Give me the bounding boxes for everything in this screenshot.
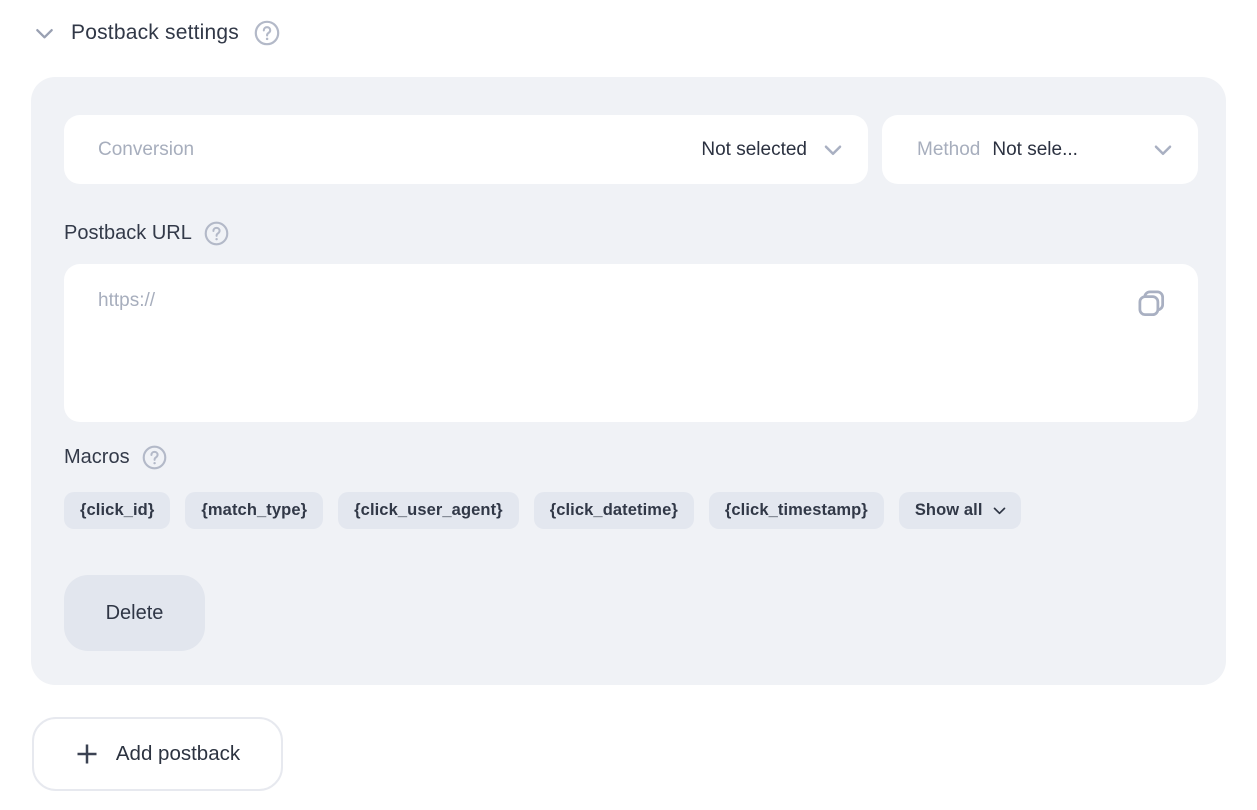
delete-postback-button[interactable]: Delete [64, 575, 205, 651]
help-icon[interactable] [254, 20, 280, 46]
help-icon[interactable] [204, 221, 229, 246]
section-header: Postback settings [0, 0, 1257, 46]
postback-panel: Conversion Not selected Method Not sele.… [31, 77, 1226, 685]
chevron-down-icon [33, 22, 56, 45]
conversion-placeholder: Conversion [98, 139, 194, 161]
method-value: Not sele... [992, 139, 1078, 161]
help-icon[interactable] [142, 445, 167, 470]
chevron-down-icon [991, 502, 1008, 519]
macro-chip-click-id[interactable]: {click_id} [64, 492, 170, 529]
chevron-down-icon [1150, 137, 1176, 163]
macro-chip-click-datetime[interactable]: {click_datetime} [534, 492, 694, 529]
postback-url-label: Postback URL [64, 222, 192, 245]
postback-url-label-row: Postback URL [64, 221, 1198, 246]
copy-button[interactable] [1133, 285, 1169, 321]
plus-icon [75, 742, 99, 766]
macro-chip-click-user-agent[interactable]: {click_user_agent} [338, 492, 519, 529]
postback-url-box [64, 264, 1198, 422]
collapse-section-button[interactable] [32, 21, 56, 45]
macro-chip-match-type[interactable]: {match_type} [185, 492, 323, 529]
macros-label-row: Macros [64, 445, 1198, 470]
conversion-value: Not selected [701, 139, 807, 161]
add-postback-label: Add postback [116, 742, 240, 766]
chevron-down-icon [820, 137, 846, 163]
method-label: Method [917, 139, 980, 161]
conversion-select[interactable]: Conversion Not selected [64, 115, 868, 184]
macros-label: Macros [64, 446, 130, 469]
macro-chip-click-timestamp[interactable]: {click_timestamp} [709, 492, 884, 529]
add-postback-button[interactable]: Add postback [32, 717, 283, 791]
copy-icon [1133, 285, 1169, 321]
method-select[interactable]: Method Not sele... [882, 115, 1198, 184]
selects-row: Conversion Not selected Method Not sele.… [64, 115, 1198, 184]
postback-url-input[interactable] [64, 264, 1198, 422]
show-all-label: Show all [915, 501, 983, 520]
macro-chips-row: {click_id} {match_type} {click_user_agen… [64, 492, 1198, 529]
page-title: Postback settings [71, 21, 239, 45]
show-all-macros-button[interactable]: Show all [899, 492, 1021, 529]
postback-settings-page: Postback settings Conversion Not selecte… [0, 0, 1257, 810]
